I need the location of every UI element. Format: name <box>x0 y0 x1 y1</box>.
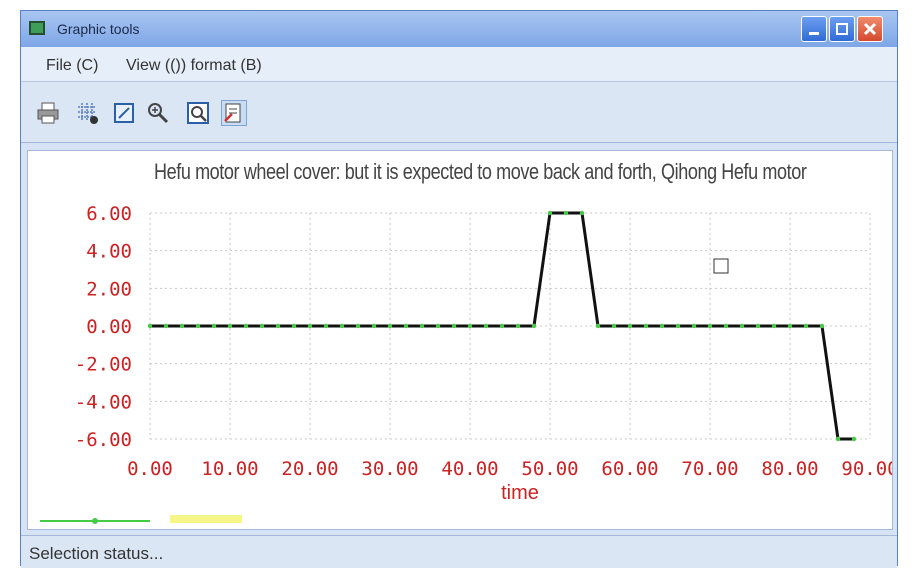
data-point <box>531 323 537 329</box>
data-point <box>163 323 169 329</box>
data-point <box>291 323 297 329</box>
print-button[interactable] <box>35 100 61 126</box>
data-point <box>835 436 841 442</box>
x-tick-label: 10.00 <box>201 458 258 480</box>
x-tick-label: 80.00 <box>761 458 818 480</box>
data-point <box>755 323 761 329</box>
data-point <box>563 210 569 216</box>
data-point <box>371 323 377 329</box>
y-tick-label: -4.00 <box>75 391 132 413</box>
data-point <box>147 323 153 329</box>
zoom-window-icon <box>187 102 209 124</box>
data-point <box>355 323 361 329</box>
menu-file[interactable]: File (C) <box>46 57 98 75</box>
data-point <box>515 323 521 329</box>
grid-icon <box>78 103 98 124</box>
y-tick-label: 4.00 <box>86 241 132 263</box>
edit-icon <box>114 103 134 123</box>
status-bar: Selection status... <box>21 535 897 568</box>
data-point <box>803 323 809 329</box>
data-point <box>771 323 777 329</box>
data-point <box>691 323 697 329</box>
x-tick-label: 60.00 <box>601 458 658 480</box>
data-point <box>387 323 393 329</box>
data-point <box>211 323 217 329</box>
cursor-marker <box>713 258 729 274</box>
grid-button[interactable] <box>75 100 101 126</box>
status-text: Selection status... <box>29 544 164 563</box>
x-tick-label: 40.00 <box>441 458 498 480</box>
data-point <box>819 323 825 329</box>
data-point <box>323 323 329 329</box>
y-tick-label: 6.00 <box>86 203 132 225</box>
app-icon <box>29 21 45 35</box>
data-point <box>707 323 713 329</box>
toolbar <box>21 82 897 143</box>
y-tick-label: -6.00 <box>75 429 132 451</box>
data-point <box>643 323 649 329</box>
data-point <box>195 323 201 329</box>
zoom-window-button[interactable] <box>185 100 211 126</box>
y-tick-label: -2.00 <box>75 354 132 376</box>
data-point <box>739 323 745 329</box>
legend-marker-sample <box>92 518 98 524</box>
data-point <box>659 323 665 329</box>
maximize-icon <box>836 23 848 35</box>
data-point <box>259 323 265 329</box>
printer-icon <box>37 102 59 124</box>
data-point <box>627 323 633 329</box>
data-point <box>547 210 553 216</box>
export-button[interactable] <box>221 100 247 126</box>
close-icon <box>863 22 877 36</box>
data-point <box>723 323 729 329</box>
data-point <box>307 323 313 329</box>
data-point <box>339 323 345 329</box>
data-point <box>403 323 409 329</box>
data-point <box>579 210 585 216</box>
minimize-button[interactable] <box>801 16 827 42</box>
export-icon <box>224 103 241 123</box>
data-point <box>675 323 681 329</box>
x-tick-label: 50.00 <box>521 458 578 480</box>
data-point <box>787 323 793 329</box>
data-point <box>243 323 249 329</box>
data-point <box>467 323 473 329</box>
data-point <box>611 323 617 329</box>
edit-button[interactable] <box>111 100 137 126</box>
graphic-tools-window: Graphic tools File (C) View (()) format … <box>20 10 898 568</box>
data-point <box>179 323 185 329</box>
legend-entry-label <box>170 515 242 523</box>
data-point <box>419 323 425 329</box>
data-point <box>275 323 281 329</box>
x-tick-label: 90.00 <box>841 458 892 480</box>
close-button[interactable] <box>857 16 883 42</box>
data-point <box>595 323 601 329</box>
title-bar[interactable]: Graphic tools <box>21 11 897 47</box>
maximize-button[interactable] <box>829 16 855 42</box>
plot-area[interactable]: Hefu motor wheel cover: but it is expect… <box>27 150 893 530</box>
zoom-in-icon <box>148 103 169 124</box>
x-tick-label: 0.00 <box>127 458 173 480</box>
window-title: Graphic tools <box>57 21 140 37</box>
y-tick-label: 2.00 <box>86 278 132 300</box>
x-tick-label: 20.00 <box>281 458 338 480</box>
data-point <box>483 323 489 329</box>
data-point <box>227 323 233 329</box>
data-point <box>499 323 505 329</box>
x-axis-label: time <box>501 482 539 504</box>
line-chart: 0.00 10.00 20.00 30.00 40.00 50.00 60.00 70.00 8… <box>40 203 892 524</box>
data-point <box>435 323 441 329</box>
minimize-icon <box>809 32 819 35</box>
data-point <box>851 436 857 442</box>
x-tick-label: 30.00 <box>361 458 418 480</box>
x-tick-label: 70.00 <box>681 458 738 480</box>
zoom-in-button[interactable] <box>145 100 171 126</box>
data-point <box>451 323 457 329</box>
menu-view-format[interactable]: View (()) format (B) <box>126 57 262 75</box>
menu-bar: File (C) View (()) format (B) <box>21 47 897 82</box>
y-tick-label: 0.00 <box>86 316 132 338</box>
